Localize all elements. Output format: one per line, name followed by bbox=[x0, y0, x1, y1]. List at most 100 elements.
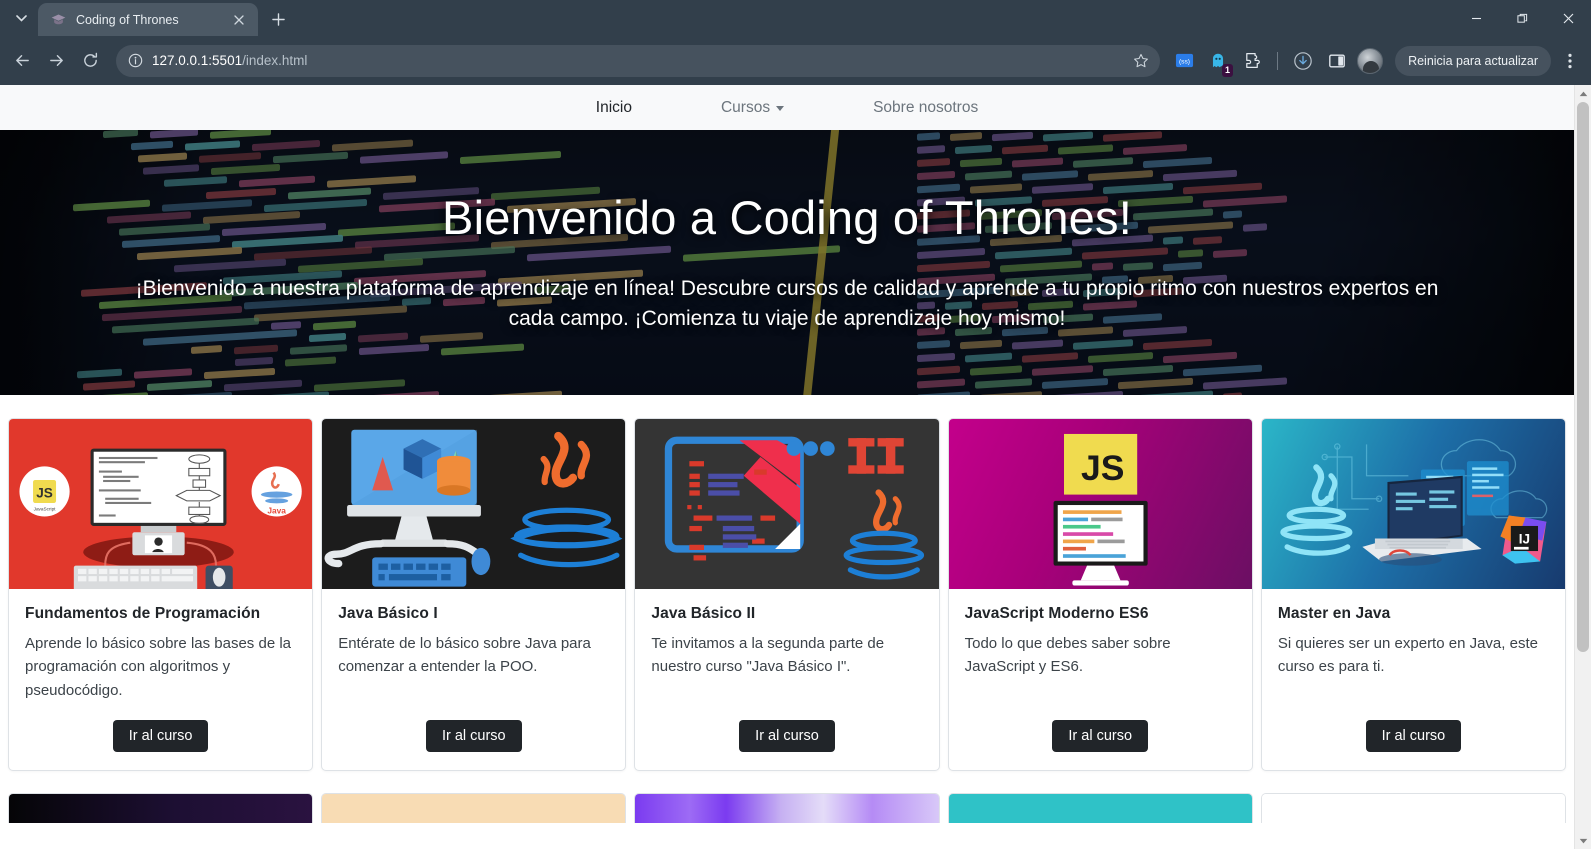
master-en-java-thumbnail: IJ bbox=[1261, 419, 1566, 589]
svg-text:(ss): (ss) bbox=[1179, 58, 1190, 65]
nav-item-cursos[interactable]: Cursos bbox=[720, 91, 785, 125]
hero-section: Bienvenido a Coding of Thrones! ¡Bienven… bbox=[0, 130, 1574, 395]
java-basico-1-thumbnail bbox=[322, 419, 626, 589]
course-card[interactable] bbox=[8, 792, 314, 823]
extension-badge-count: 1 bbox=[1222, 63, 1234, 77]
svg-text:Java: Java bbox=[267, 505, 286, 515]
course-card[interactable] bbox=[634, 792, 940, 823]
tab-title: Coding of Thrones bbox=[76, 12, 179, 27]
course-card[interactable]: Java Básico I Entérate de lo básico sobr… bbox=[321, 418, 627, 771]
new-tab-button[interactable] bbox=[264, 5, 292, 33]
go-to-course-button[interactable]: Ir al curso bbox=[425, 719, 522, 752]
java-basico-2-thumbnail bbox=[635, 419, 939, 589]
back-button[interactable] bbox=[6, 45, 38, 77]
nav-list: Inicio Cursos Sobre nosotros bbox=[596, 91, 978, 125]
three-dots-vertical-icon[interactable] bbox=[1557, 46, 1583, 76]
course-card-body: Java Básico II Te invitamos a la segunda… bbox=[635, 589, 938, 770]
course-thumbnail-dark bbox=[9, 793, 313, 823]
course-card-body: Master en Java Si quieres ser un experto… bbox=[1262, 589, 1565, 770]
hero-content: Bienvenido a Coding of Thrones! ¡Bienven… bbox=[0, 130, 1574, 395]
tab-strip: Coding of Thrones bbox=[0, 0, 1591, 36]
browser-tab[interactable]: Coding of Thrones bbox=[38, 3, 258, 36]
course-card[interactable]: JS JavaScript Moderno ES6 Todo lo que de… bbox=[947, 418, 1253, 771]
update-button[interactable]: Reinicia para actualizar bbox=[1395, 45, 1551, 76]
course-card-row-2 bbox=[8, 792, 1567, 823]
course-card[interactable] bbox=[321, 792, 627, 823]
address-bar[interactable]: 127.0.0.1:5501/index.html bbox=[116, 44, 1161, 77]
download-icon[interactable] bbox=[1289, 47, 1317, 75]
chevron-down-icon bbox=[15, 14, 27, 22]
arrow-left-icon bbox=[15, 55, 29, 66]
course-card[interactable]: IJ Master en Java Si quieres ser un expe… bbox=[1260, 418, 1567, 771]
course-title: JavaScript Moderno ES6 bbox=[964, 605, 1149, 622]
course-thumbnail-teal bbox=[948, 793, 1252, 823]
course-description: Aprende lo básico sobre las bases de la … bbox=[25, 635, 292, 699]
course-card-body: Fundamentos de Programación Aprende lo b… bbox=[9, 589, 312, 770]
hero-title: Bienvenido a Coding of Thrones! bbox=[442, 191, 1132, 244]
url-host: 127.0.0.1:5501 bbox=[152, 53, 243, 68]
tab-search-button[interactable] bbox=[4, 3, 38, 33]
svg-text:IJ: IJ bbox=[1519, 532, 1530, 547]
reload-button[interactable] bbox=[74, 45, 106, 77]
course-card[interactable] bbox=[1260, 792, 1567, 823]
go-to-course-button[interactable]: Ir al curso bbox=[1365, 719, 1462, 752]
courses-section: JS JavaScript Java Fundamentos de Progra… bbox=[0, 395, 1574, 823]
avatar[interactable] bbox=[1357, 47, 1384, 74]
url-text[interactable]: 127.0.0.1:5501/index.html bbox=[152, 53, 1120, 68]
minimize-button[interactable] bbox=[1453, 0, 1499, 36]
course-title: Master en Java bbox=[1277, 605, 1391, 622]
info-circle-icon[interactable] bbox=[126, 52, 144, 70]
scroll-up-arrow[interactable] bbox=[1575, 85, 1591, 102]
page-scrollbar[interactable] bbox=[1574, 85, 1591, 849]
course-card[interactable]: Java Básico II Te invitamos a la segunda… bbox=[634, 418, 940, 771]
course-thumbnail-peach bbox=[322, 793, 626, 823]
go-to-course-button[interactable]: Ir al curso bbox=[739, 719, 835, 752]
scrollbar-thumb[interactable] bbox=[1577, 102, 1589, 652]
nav-item-sobre-nosotros[interactable]: Sobre nosotros bbox=[873, 91, 978, 125]
close-icon[interactable] bbox=[230, 11, 248, 29]
course-card[interactable] bbox=[947, 792, 1253, 823]
go-to-course-button[interactable]: Ir al curso bbox=[112, 719, 209, 752]
nav-item-inicio[interactable]: Inicio bbox=[596, 91, 632, 125]
svg-text:JS: JS bbox=[1081, 448, 1124, 488]
chevron-down-icon bbox=[776, 106, 785, 111]
course-title: Java Básico II bbox=[651, 605, 756, 622]
ghost-extension-icon[interactable]: 1 bbox=[1204, 47, 1234, 77]
course-description: Entérate de lo básico sobre Java para co… bbox=[338, 635, 591, 676]
plus-icon bbox=[271, 12, 285, 26]
page-viewport: Inicio Cursos Sobre nosotros Bienvenido … bbox=[0, 85, 1591, 849]
extension-icons: (ss) 1 Reinicia para actualizar bbox=[1170, 45, 1583, 77]
course-title: Fundamentos de Programación bbox=[25, 605, 261, 622]
toolbar-divider bbox=[1277, 51, 1279, 70]
svg-text:JavaScript: JavaScript bbox=[34, 506, 57, 511]
course-thumbnail-empty bbox=[1261, 793, 1566, 823]
nav-item-label: Inicio bbox=[595, 98, 632, 116]
course-card-body: JavaScript Moderno ES6 Todo lo que debes… bbox=[949, 589, 1252, 770]
course-description: Todo lo que debes saber sobre JavaScript… bbox=[964, 635, 1171, 676]
close-window-button[interactable] bbox=[1545, 0, 1591, 36]
css-extension-icon[interactable]: (ss) bbox=[1170, 47, 1198, 75]
go-to-course-button[interactable]: Ir al curso bbox=[1052, 719, 1149, 752]
course-description: Si quieres ser un experto en Java, este … bbox=[1277, 635, 1538, 676]
star-icon[interactable] bbox=[1128, 48, 1154, 74]
browser-window: Coding of Thrones 127.0.0.1:5501/index.h… bbox=[0, 0, 1591, 849]
fundamentos-programacion-thumbnail: JS JavaScript Java bbox=[9, 419, 313, 589]
forward-button[interactable] bbox=[40, 45, 72, 77]
site-navbar: Inicio Cursos Sobre nosotros bbox=[0, 85, 1574, 130]
nav-item-label: Cursos bbox=[720, 98, 771, 116]
arrow-right-icon bbox=[49, 55, 63, 66]
extensions-puzzle-icon[interactable] bbox=[1238, 47, 1266, 75]
maximize-button[interactable] bbox=[1499, 0, 1545, 36]
course-description: Te invitamos a la segunda parte de nuest… bbox=[651, 635, 885, 676]
javascript-es6-thumbnail: JS bbox=[948, 419, 1252, 589]
nav-item-label: Sobre nosotros bbox=[873, 98, 979, 116]
side-panel-icon[interactable] bbox=[1323, 47, 1351, 75]
course-card[interactable]: JS JavaScript Java Fundamentos de Progra… bbox=[8, 418, 314, 771]
window-controls bbox=[1453, 0, 1591, 36]
course-thumbnail-purple bbox=[635, 793, 939, 823]
url-path: /index.html bbox=[242, 53, 308, 68]
graduation-cap-icon bbox=[50, 11, 67, 28]
reload-icon bbox=[83, 52, 97, 67]
course-card-row: JS JavaScript Java Fundamentos de Progra… bbox=[8, 418, 1567, 771]
scroll-down-arrow[interactable] bbox=[1575, 832, 1591, 849]
